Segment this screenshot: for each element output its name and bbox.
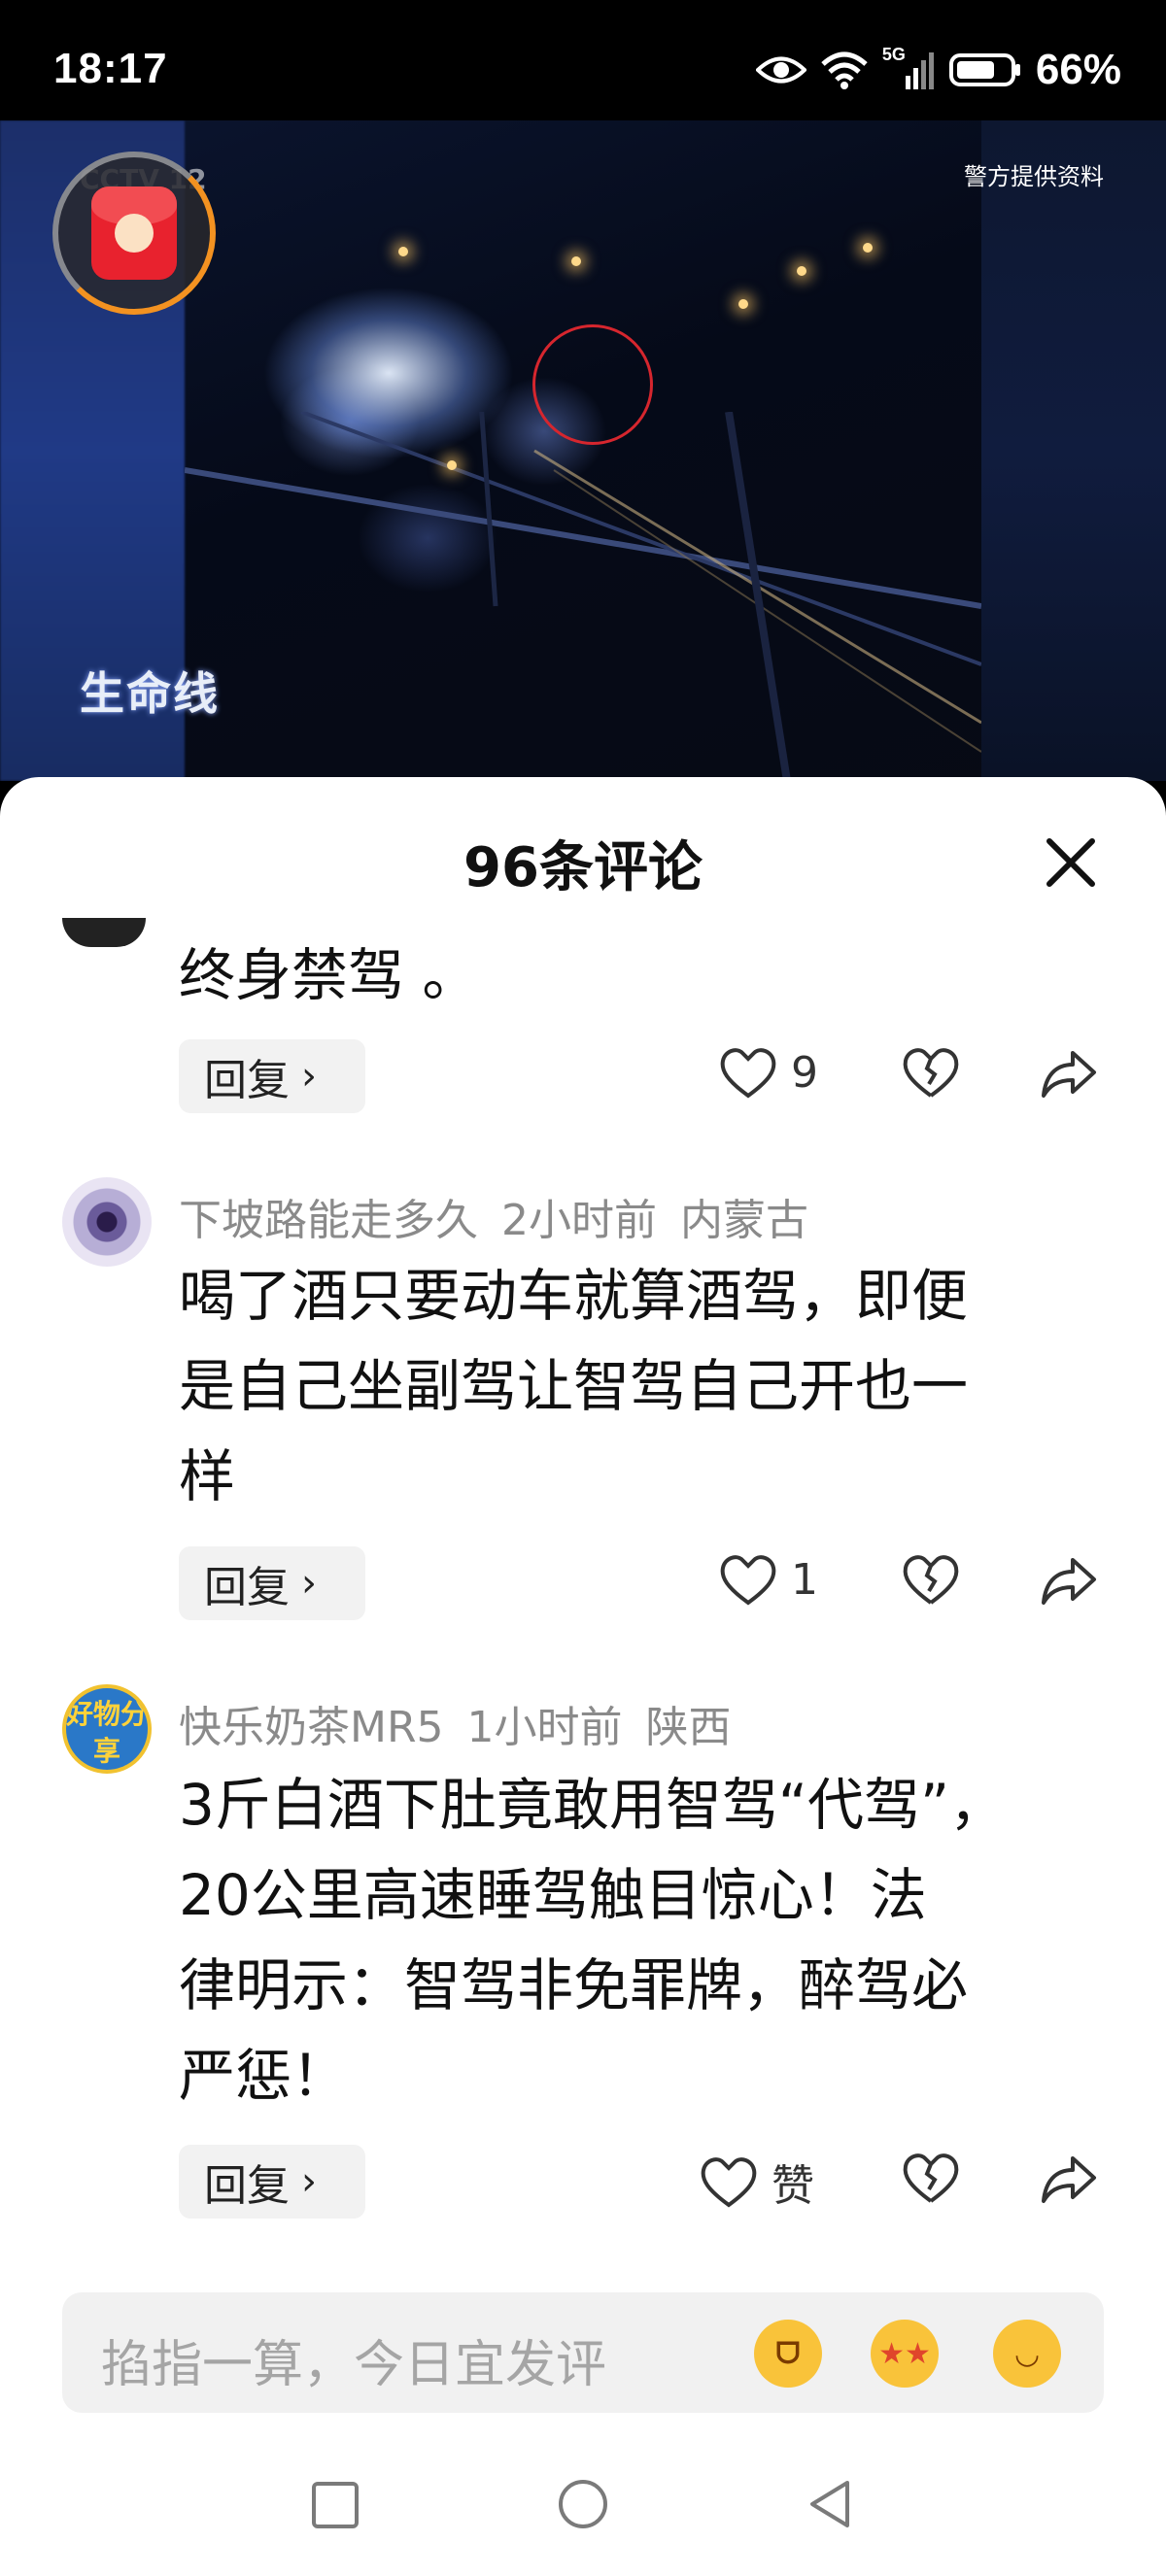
comment-line: 3斤白酒下肚竟敢用智驾“代驾”， bbox=[179, 1772, 1006, 1838]
like-count: 赞 bbox=[772, 2161, 814, 2211]
comment-location: 内蒙古 bbox=[680, 1196, 808, 1245]
broken-heart-icon[interactable] bbox=[902, 1552, 960, 1607]
nav-back-icon[interactable] bbox=[803, 2477, 857, 2531]
comment-meta: 下坡路能走多久 2小时前 内蒙古 bbox=[179, 1185, 808, 1247]
reply-label: 回复 bbox=[204, 1056, 290, 1105]
eye-icon bbox=[755, 56, 806, 84]
status-time: 18:17 bbox=[53, 45, 168, 92]
heart-icon bbox=[720, 1555, 776, 1606]
reply-button[interactable]: 回复 › bbox=[179, 2145, 365, 2219]
heart-icon bbox=[701, 2157, 757, 2208]
heart-icon bbox=[720, 1048, 776, 1099]
like-button[interactable]: 9 bbox=[719, 1045, 818, 1100]
comment-line: 喝了酒只要动车就算酒驾，即便 bbox=[179, 1263, 969, 1329]
comment-user[interactable]: 快乐奶茶MR5 bbox=[179, 1692, 444, 1754]
comment-meta: 快乐奶茶MR5 1小时前 陕西 bbox=[179, 1692, 732, 1754]
red-packet-button[interactable] bbox=[52, 152, 216, 315]
reply-label: 回复 bbox=[204, 1563, 290, 1612]
comment-time: 2小时前 bbox=[501, 1196, 657, 1245]
comment-line: 20公里高速睡驾触目惊心！法 bbox=[179, 1862, 927, 1928]
avatar[interactable] bbox=[62, 918, 146, 947]
comment-text: 3斤白酒下肚竟敢用智驾“代驾”， 20公里高速睡驾触目惊心！法 律明示：智驾非免… bbox=[179, 1760, 1006, 2121]
share-icon[interactable] bbox=[1040, 2152, 1098, 2205]
avatar[interactable]: 好物分享 bbox=[62, 1684, 152, 1774]
close-icon[interactable] bbox=[1036, 828, 1106, 898]
broken-heart-icon[interactable] bbox=[902, 1045, 960, 1100]
comment-time: 1小时前 bbox=[466, 1703, 623, 1752]
nav-recent-icon[interactable] bbox=[309, 2479, 361, 2531]
star-eyes-emoji[interactable]: ★★ bbox=[871, 2320, 939, 2388]
street-light bbox=[863, 243, 873, 253]
broken-heart-icon[interactable] bbox=[902, 2151, 960, 2205]
street-light bbox=[571, 256, 581, 266]
street-light bbox=[797, 266, 806, 276]
share-icon[interactable] bbox=[1040, 1554, 1098, 1607]
system-nav-bar bbox=[0, 2463, 1166, 2560]
street-light bbox=[738, 299, 748, 309]
like-count: 9 bbox=[791, 1047, 818, 1098]
status-icons: 5G 66% bbox=[755, 43, 1121, 97]
night-highway-scene bbox=[185, 412, 981, 781]
signal-icon: 5G bbox=[882, 45, 935, 91]
red-packet-icon bbox=[91, 186, 177, 280]
share-icon[interactable] bbox=[1040, 1047, 1098, 1100]
comment-input[interactable]: 掐指一算，今日宜发评 ᗜ ★★ ◡ bbox=[62, 2292, 1104, 2413]
comment-line: 严惩！ bbox=[179, 2043, 349, 2109]
avatar[interactable] bbox=[62, 1177, 152, 1267]
video-blur-right bbox=[981, 120, 1166, 781]
video-credit: 警方提供资料 bbox=[964, 163, 1104, 190]
program-logo: 生命线 bbox=[80, 667, 220, 720]
chevron-right-icon: › bbox=[301, 2159, 317, 2204]
street-light bbox=[447, 460, 457, 470]
comment-input-placeholder: 掐指一算，今日宜发评 bbox=[101, 2336, 607, 2394]
comment-line: 是自己坐副驾让智驾自己开也一 bbox=[179, 1353, 969, 1419]
comments-count-title: 96条评论 bbox=[463, 836, 703, 899]
wifi-icon bbox=[821, 51, 868, 89]
chevron-right-icon: › bbox=[301, 1561, 317, 1606]
comment-line: 样 bbox=[179, 1443, 236, 1509]
comment-line: 律明示：智驾非免罪牌，醉驾必 bbox=[179, 1952, 969, 2018]
laugh-cry-emoji[interactable]: ◡ bbox=[993, 2320, 1061, 2388]
comment-location: 陕西 bbox=[645, 1703, 732, 1752]
highlight-circle bbox=[532, 324, 653, 445]
avatar-text: 好物分享 bbox=[66, 1698, 149, 1767]
reply-button[interactable]: 回复 › bbox=[179, 1546, 365, 1620]
comment-text: 终身禁驾 。 bbox=[179, 942, 479, 1008]
like-button[interactable]: 赞 bbox=[700, 2151, 814, 2213]
nav-home-icon[interactable] bbox=[556, 2477, 610, 2531]
grin-emoji[interactable]: ᗜ bbox=[754, 2320, 822, 2388]
comment-text: 喝了酒只要动车就算酒驾，即便 是自己坐副驾让智驾自己开也一 样 bbox=[179, 1251, 968, 1522]
reply-label: 回复 bbox=[204, 2161, 290, 2211]
battery-percent: 66% bbox=[1035, 46, 1121, 93]
status-bar: 18:17 5G 66% bbox=[0, 0, 1166, 120]
like-button[interactable]: 1 bbox=[719, 1552, 818, 1607]
comment-user[interactable]: 下坡路能走多久 bbox=[179, 1185, 478, 1247]
battery-icon bbox=[948, 53, 1020, 86]
like-count: 1 bbox=[791, 1554, 818, 1605]
street-light bbox=[398, 247, 408, 256]
video-player[interactable]: CCTV 12 警方提供资料 生命线 bbox=[0, 120, 1166, 781]
reply-button[interactable]: 回复 › bbox=[179, 1039, 365, 1113]
chevron-right-icon: › bbox=[301, 1054, 317, 1099]
